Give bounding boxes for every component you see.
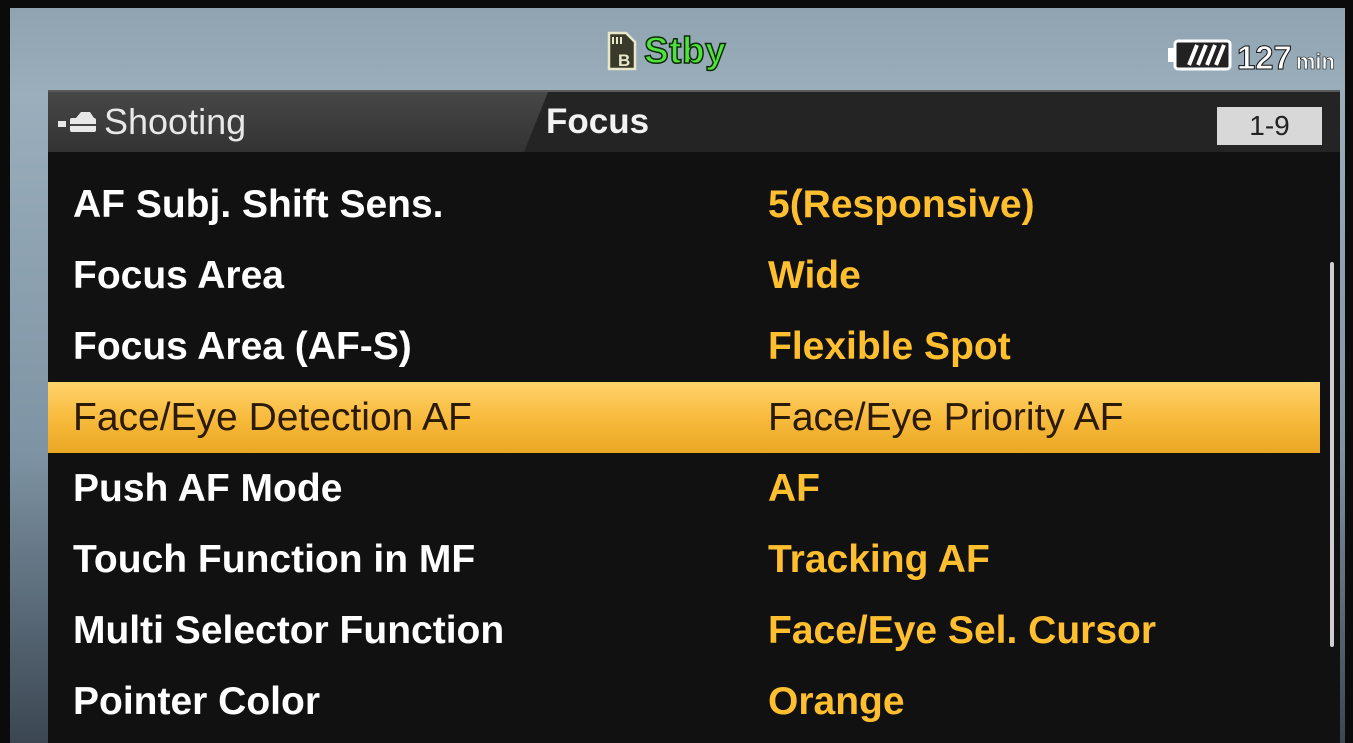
camera-screen: B Stby 127 min Shooting Focus 1-9 AF Sub… <box>10 8 1345 743</box>
tab-focus[interactable]: Focus <box>538 92 649 152</box>
menu-item-focus-area[interactable]: Focus Area Wide <box>48 240 1320 311</box>
menu-item-value: Face/Eye Priority AF <box>768 395 1124 439</box>
memory-card-b-icon: B <box>606 31 638 71</box>
menu-item-label: Touch Function in MF <box>73 537 476 581</box>
menu-item-label: AF Subj. Shift Sens. <box>73 182 444 226</box>
menu-item-value: Tracking AF <box>768 537 990 581</box>
menu-list: AF Subj. Shift Sens. 5(Responsive) Focus… <box>48 169 1340 737</box>
menu-item-label: Focus Area (AF-S) <box>73 324 412 368</box>
menu-header: Shooting Focus 1-9 <box>48 92 1340 152</box>
menu-item-value: Wide <box>768 253 861 297</box>
menu-item-value: Face/Eye Sel. Cursor <box>768 608 1157 652</box>
page-indicator: 1-9 <box>1217 107 1322 145</box>
menu-item-label: Focus Area <box>73 253 284 297</box>
menu-item-touch-function-in-mf[interactable]: Touch Function in MF Tracking AF <box>48 524 1320 595</box>
menu-item-value: Orange <box>768 679 905 723</box>
menu-item-pointer-color[interactable]: Pointer Color Orange <box>48 666 1320 737</box>
svg-text:B: B <box>618 51 630 70</box>
scrollbar[interactable] <box>1330 262 1334 647</box>
menu-item-value: Flexible Spot <box>768 324 1011 368</box>
menu-item-focus-area-af-s[interactable]: Focus Area (AF-S) Flexible Spot <box>48 311 1320 382</box>
menu-item-multi-selector-function[interactable]: Multi Selector Function Face/Eye Sel. Cu… <box>48 595 1320 666</box>
menu-item-label: Pointer Color <box>73 679 321 723</box>
menu-item-face-eye-detection-af[interactable]: Face/Eye Detection AF Face/Eye Priority … <box>48 382 1320 453</box>
menu-item-label: Face/Eye Detection AF <box>73 395 472 439</box>
battery-unit: min <box>1295 48 1336 74</box>
battery-indicator: 127 min <box>1167 38 1335 77</box>
battery-icon <box>1167 38 1233 77</box>
menu-panel: Shooting Focus 1-9 AF Subj. Shift Sens. … <box>48 90 1340 743</box>
section-title: Shooting <box>104 101 247 142</box>
status-bar: B Stby 127 min <box>10 8 1345 88</box>
subsection-title: Focus <box>546 102 650 141</box>
battery-remaining: 127 <box>1236 38 1292 76</box>
camera-shooting-icon <box>58 109 98 135</box>
menu-item-value: AF <box>768 466 820 510</box>
menu-item-af-subj-shift-sens[interactable]: AF Subj. Shift Sens. 5(Responsive) <box>48 169 1320 240</box>
menu-item-label: Multi Selector Function <box>73 608 505 652</box>
menu-item-value: 5(Responsive) <box>768 182 1035 226</box>
menu-item-push-af-mode[interactable]: Push AF Mode AF <box>48 453 1320 524</box>
tab-shooting[interactable]: Shooting <box>48 92 548 152</box>
media-status: B Stby <box>606 26 726 76</box>
record-status: Stby <box>643 29 727 72</box>
menu-item-label: Push AF Mode <box>73 466 343 510</box>
